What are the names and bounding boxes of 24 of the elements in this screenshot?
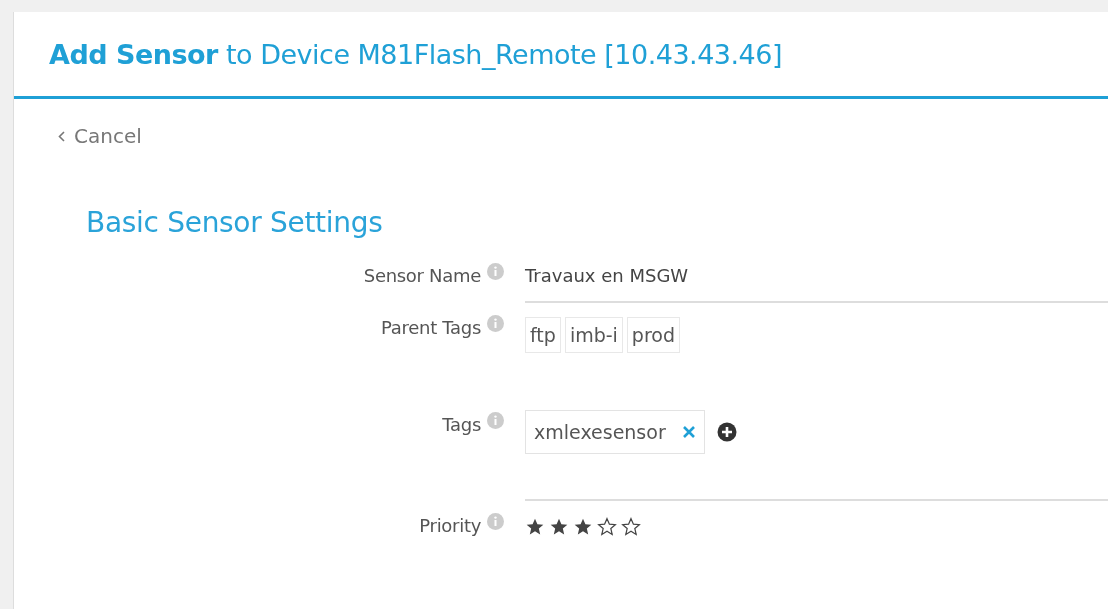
field-label: Parent Tags xyxy=(381,317,481,338)
star-icon[interactable] xyxy=(525,517,545,537)
tag-label: xmlexesensor xyxy=(534,421,666,443)
cancel-link[interactable]: Cancel xyxy=(58,124,142,148)
star-icon[interactable] xyxy=(573,517,593,537)
field-label: Tags xyxy=(442,414,481,435)
star-icon[interactable] xyxy=(549,517,569,537)
parent-tag: ftp xyxy=(525,317,561,353)
sensor-name-field[interactable]: Travaux en MSGW xyxy=(525,261,689,286)
field-label: Sensor Name xyxy=(363,265,481,286)
parent-tag: imb-i xyxy=(564,317,623,353)
add-icon[interactable] xyxy=(716,422,737,442)
remove-icon[interactable] xyxy=(681,425,696,439)
chevron-left-icon xyxy=(58,130,65,142)
parent-tag: prod xyxy=(626,317,680,353)
empty-star-icon[interactable] xyxy=(597,517,617,537)
section-title: Basic Sensor Settings xyxy=(86,206,384,239)
empty-star-icon[interactable] xyxy=(621,517,641,537)
info-icon xyxy=(487,263,504,280)
info-icon xyxy=(487,513,504,530)
field-label: Priority xyxy=(419,515,481,536)
page-title: Add Sensor to Device M81Flash_Remote [10.43.43.46] xyxy=(49,38,782,70)
info-icon xyxy=(487,412,504,429)
info-icon xyxy=(487,315,504,332)
